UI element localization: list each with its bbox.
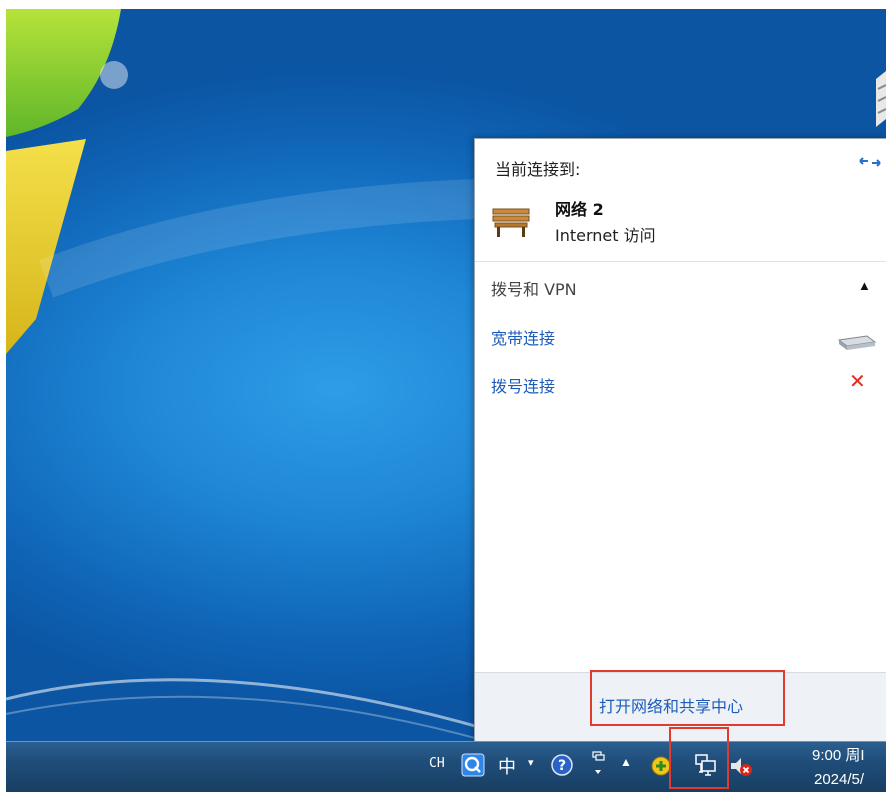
current-connection-header: 当前连接到: 网络 2 Internet 访问 (475, 139, 886, 262)
volume-muted-icon[interactable] (729, 754, 755, 778)
modem-icon (837, 335, 877, 350)
highlight-box-network-icon (669, 727, 729, 789)
help-icon[interactable]: ? (550, 753, 574, 777)
highlight-box-sharing-center (590, 670, 785, 726)
search-q-icon[interactable] (461, 753, 485, 777)
language-indicator[interactable]: CH (429, 756, 445, 771)
dialup-vpn-section-title: 拨号和 VPN (491, 280, 577, 299)
ime-mode-indicator[interactable]: 中 (498, 753, 516, 779)
disconnected-x-icon: ✕ (849, 371, 866, 393)
taskbar: CH 中 ▾ ? ▲ (6, 741, 886, 792)
svg-text:?: ? (558, 758, 566, 774)
dialup-connection-link[interactable]: 拨号连接 (491, 373, 555, 397)
bench-network-icon (492, 208, 530, 237)
current-connection-label: 当前连接到: (495, 160, 581, 179)
broadband-connection-link[interactable]: 宽带连接 (491, 325, 555, 349)
chevron-up-icon[interactable]: ▲ (858, 278, 871, 293)
top-caption-strip (0, 0, 886, 9)
network-name: 网络 2 (555, 200, 604, 219)
show-hidden-icons-chevron-icon[interactable]: ▲ (620, 755, 632, 769)
network-access-status: Internet 访问 (555, 226, 656, 245)
ime-options-icon[interactable] (590, 750, 606, 778)
refresh-icon[interactable] (857, 151, 883, 173)
ime-dropdown-icon[interactable]: ▾ (528, 756, 534, 769)
network-flyout: 当前连接到: 网络 2 Internet 访问 拨号和 VPN ▲ 宽带连接 拨… (474, 138, 886, 743)
